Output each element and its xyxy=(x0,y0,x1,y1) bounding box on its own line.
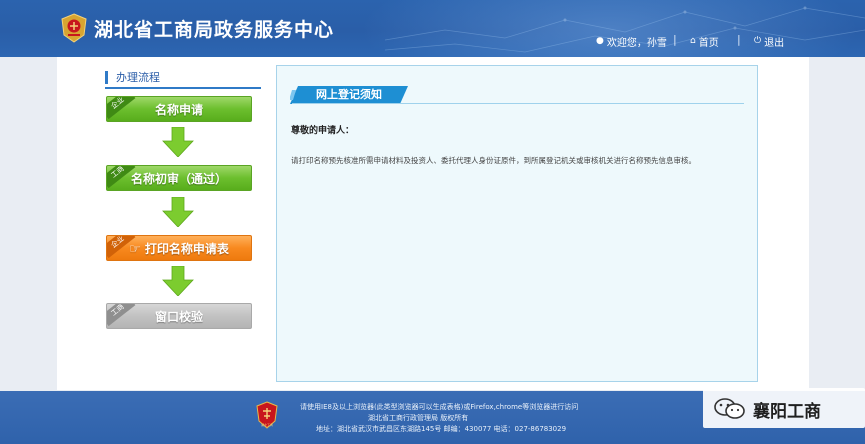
step-name-apply[interactable]: 企业 名称申请 xyxy=(106,96,252,122)
wechat-icon xyxy=(714,398,745,419)
step-label: 窗口校验 xyxy=(154,310,203,324)
arrow-down-icon xyxy=(162,197,194,227)
arrow-down-icon xyxy=(162,266,194,296)
logout-link[interactable]: ⏻ 退出 xyxy=(754,34,785,49)
home-icon: ⌂ xyxy=(690,36,696,46)
flow-header: 办理流程 xyxy=(105,68,160,86)
footer-browser-note: 请使用IE8及以上浏览器(此类型浏览器可以生成表格)或Firefox,chrom… xyxy=(300,403,579,411)
nav-separator: | xyxy=(737,33,741,46)
site-title: 湖北省工商局政务服务中心 xyxy=(94,19,335,41)
notice-box xyxy=(276,65,758,382)
step-print-form[interactable]: 企业 ☞ 打印名称申请表 xyxy=(106,235,252,261)
step-window-check[interactable]: 工商 窗口校验 xyxy=(106,303,252,329)
step-label: 名称初审（通过） xyxy=(130,172,227,186)
home-link[interactable]: ⌂ 首页 xyxy=(690,34,719,49)
home-link-label: 首页 xyxy=(698,37,719,49)
step-label: ☞ 打印名称申请表 xyxy=(107,236,251,260)
hand-pointer-icon: ☞ xyxy=(129,242,141,257)
flow-title: 办理流程 xyxy=(116,71,160,84)
power-icon: ⏻ xyxy=(754,36,762,46)
flow-underline xyxy=(105,87,261,89)
wechat-account-name: 襄阳工商 xyxy=(753,402,821,422)
footer-logo-text: 湖北工商 xyxy=(261,422,273,427)
footer-address: 地址：湖北省武汉市武昌区东湖路145号 邮编：430077 电话：027-867… xyxy=(316,425,567,433)
emblem-icon xyxy=(61,13,87,43)
wechat-watermark: 襄阳工商 xyxy=(703,388,865,428)
notice-greeting: 尊敬的申请人： xyxy=(291,126,355,136)
page-header: 湖北省工商局政务服务中心 ● 欢迎您，孙雪 | ⌂ 首页 | ⏻ 退出 xyxy=(0,0,865,57)
footer-copyright: 湖北省工商行政管理局 版权所有 xyxy=(368,414,469,422)
user-icon: ● xyxy=(596,36,604,46)
nav-separator: | xyxy=(673,33,677,46)
welcome-user: ● 欢迎您，孙雪 xyxy=(596,34,667,49)
arrow-down-icon xyxy=(162,127,194,157)
welcome-text: 欢迎您，孙雪 xyxy=(606,37,667,49)
step-label: 名称申请 xyxy=(154,103,203,117)
notice-tab: 网上登记须知 xyxy=(290,86,408,104)
flow-header-bar xyxy=(105,70,108,84)
step-name-review[interactable]: 工商 名称初审（通过） xyxy=(106,165,252,191)
step-label-text: 打印名称申请表 xyxy=(144,242,229,256)
logout-link-label: 退出 xyxy=(764,37,785,49)
notice-title: 网上登记须知 xyxy=(316,88,382,101)
notice-divider xyxy=(292,103,744,104)
footer-logo-icon: 湖北工商 xyxy=(256,401,278,429)
notice-body: 请打印名称预先核准所需申请材料及投资人、委托代理人身份证原件，到所属登记机关或审… xyxy=(291,156,696,165)
